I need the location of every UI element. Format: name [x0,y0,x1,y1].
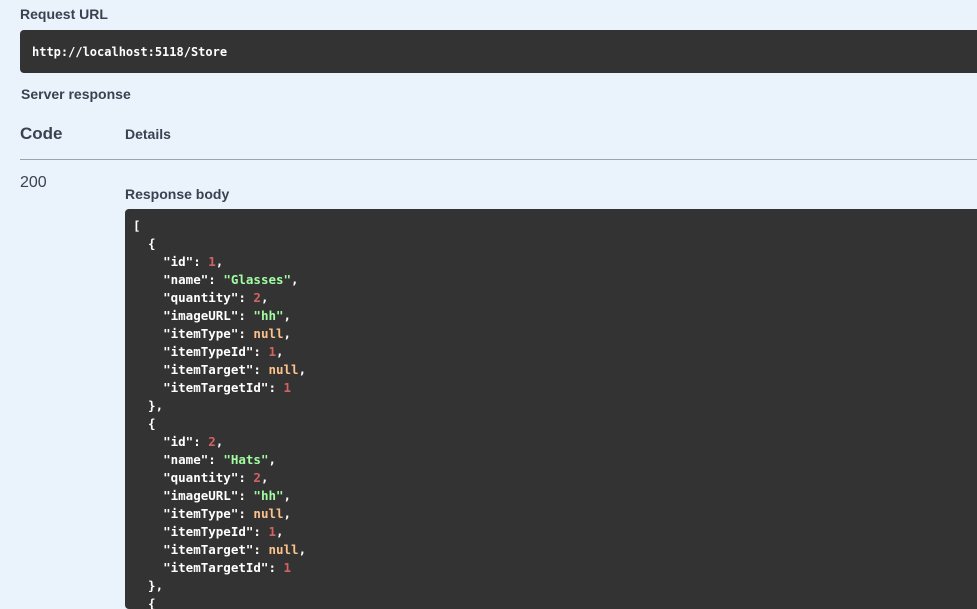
json-line-imageURL: "imageURL": "hh", [133,308,292,323]
json-line-itemTypeId: "itemTypeId": 1, [133,524,284,539]
json-value: 1 [283,380,292,395]
json-line-quantity: "quantity": 2, [133,290,269,305]
json-line-itemType: "itemType": null, [133,506,292,521]
server-response-heading: Server response [21,86,131,102]
json-value: 2 [208,434,216,449]
response-body-code-block[interactable]: [ { "id": 1, "name": "Glasses", "quantit… [125,209,977,609]
json-value: "Glasses" [223,272,292,287]
json-line-itemTargetId: "itemTargetId": 1 [133,560,292,575]
column-header-code: Code [20,124,63,143]
json-value: 1 [268,524,276,539]
json-value: "hh" [253,488,284,503]
json-value: "hh" [253,308,284,323]
json-line-quantity: "quantity": 2, [133,470,269,485]
json-value: 1 [283,560,292,575]
table-divider [20,159,977,160]
json-object-open: { [133,416,156,431]
json-line-itemTargetId: "itemTargetId": 1 [133,380,292,395]
json-line-imageURL: "imageURL": "hh", [133,488,292,503]
request-url-box[interactable]: http://localhost:5118/Store [20,30,977,73]
json-object-open: { [133,596,156,609]
json-line-id: "id": 2, [133,434,224,449]
json-value: null [253,326,284,341]
json-line-itemType: "itemType": null, [133,326,292,341]
json-value: 2 [253,290,261,305]
json-value: 1 [268,344,276,359]
request-url-label: Request URL [20,6,108,22]
json-value: 2 [253,470,261,485]
json-value: 1 [208,254,216,269]
json-value: null [268,362,299,377]
json-object-close: }, [133,578,164,593]
json-value: null [253,506,284,521]
column-header-details: Details [125,126,171,142]
json-object-open: { [133,236,156,251]
json-line-id: "id": 1, [133,254,224,269]
response-status-code: 200 [20,174,47,191]
request-url-text[interactable]: http://localhost:5118/Store [32,45,227,59]
json-line-itemTarget: "itemTarget": null, [133,542,307,557]
json-line-name: "name": "Hats", [133,452,276,467]
json-value: "Hats" [223,452,269,467]
json-value: null [268,542,299,557]
json-array-open: [ [133,218,141,233]
json-line-itemTarget: "itemTarget": null, [133,362,307,377]
json-line-name: "name": "Glasses", [133,272,299,287]
json-line-itemTypeId: "itemTypeId": 1, [133,344,284,359]
json-object-close: }, [133,398,164,413]
response-body-label: Response body [125,186,230,202]
